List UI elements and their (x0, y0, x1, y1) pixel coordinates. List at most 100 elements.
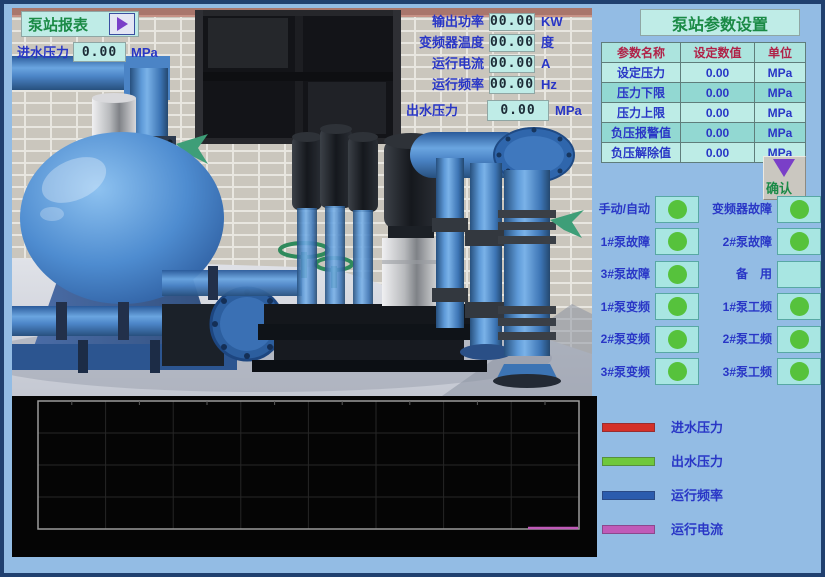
status-lamp[interactable] (655, 326, 699, 353)
legend-label: 进水压力 (671, 421, 723, 434)
param-name: 压力上限 (602, 103, 681, 123)
legend-label: 运行电流 (671, 523, 723, 536)
outlet-pressure-unit: MPa (555, 104, 582, 117)
param-name: 负压解除值 (602, 143, 681, 163)
status-lamp[interactable] (777, 293, 821, 320)
readout-unit: 度 (535, 36, 575, 49)
param-unit: MPa (755, 123, 806, 143)
inlet-pressure-label: 进水压力 (17, 46, 69, 59)
report-button-label: 泵站报表 (28, 14, 88, 35)
param-value-field[interactable]: 0.00 (681, 143, 755, 163)
table-row: 负压报警值 0.00 MPa (602, 123, 806, 143)
chart-gridlines (38, 401, 579, 529)
status-item: 1#泵故障 (595, 226, 703, 259)
report-button[interactable]: 泵站报表 (21, 11, 139, 37)
status-label: 2#泵故障 (723, 236, 772, 248)
param-value-field[interactable]: 0.00 (681, 83, 755, 103)
hmi-pump-station-screen: 泵站报表 进水压力 0.00 MPa 输出功率 00.00 KW 变频器温度 0… (0, 0, 825, 577)
lamp-on-dot (668, 330, 687, 349)
readout-row: 变频器温度 00.00 度 (384, 33, 584, 52)
lamp-on-dot (668, 232, 687, 251)
readout-label: 变频器温度 (384, 36, 489, 49)
param-value-field[interactable]: 0.00 (681, 103, 755, 123)
status-lamp[interactable] (655, 293, 699, 320)
param-name: 设定压力 (602, 63, 681, 83)
param-unit: MPa (755, 63, 806, 83)
status-indicator-grid: 手动/自动 变频器故障 1#泵故障 2#泵故障 3#泵故障 (595, 193, 825, 388)
status-item: 3#泵变频 (595, 356, 703, 389)
param-unit: MPa (755, 83, 806, 103)
status-item: 1#泵变频 (595, 291, 703, 324)
status-item: 2#泵工频 (703, 323, 825, 356)
param-value-field[interactable]: 0.00 (681, 123, 755, 143)
table-row: 设定压力 0.00 MPa (602, 63, 806, 83)
header-unit: 单位 (755, 43, 806, 63)
status-label: 1#泵变频 (601, 301, 650, 313)
inlet-pressure-value: 0.00 (73, 42, 126, 62)
header-set-value: 设定数值 (681, 43, 755, 63)
param-unit: MPa (755, 103, 806, 123)
status-label: 变频器故障 (712, 203, 772, 215)
window (195, 10, 401, 144)
status-lamp[interactable] (655, 196, 699, 223)
lamp-on-dot (668, 362, 687, 381)
lamp-on-dot (668, 297, 687, 316)
settings-panel-title: 泵站参数设置 (640, 9, 800, 36)
readout-value: 00.00 (489, 13, 535, 31)
status-label: 3#泵工频 (723, 366, 772, 378)
readout-row: 运行频率 00.00 Hz (384, 75, 584, 94)
lamp-on-dot (790, 200, 809, 219)
readouts-block: 输出功率 00.00 KW 变频器温度 00.00 度 运行电流 00.00 A… (384, 12, 584, 96)
legend-item: 出水压力 (602, 444, 817, 478)
readout-value: 00.00 (489, 34, 535, 52)
report-arrow-button[interactable] (109, 13, 135, 35)
readout-row: 运行电流 00.00 A (384, 54, 584, 73)
outlet-pressure-label: 出水压力 (406, 104, 458, 117)
param-name: 负压报警值 (602, 123, 681, 143)
status-lamp[interactable] (777, 261, 821, 288)
status-item: 3#泵工频 (703, 356, 825, 389)
status-item: 手动/自动 (595, 193, 703, 226)
readout-unit: KW (535, 15, 575, 28)
status-label: 1#泵工频 (723, 301, 772, 313)
table-header-row: 参数名称 设定数值 单位 (602, 43, 806, 63)
status-label: 2#泵工频 (723, 333, 772, 345)
lamp-on-dot (790, 232, 809, 251)
status-label: 备 用 (736, 268, 772, 280)
status-lamp[interactable] (777, 326, 821, 353)
readout-label: 运行频率 (384, 78, 489, 91)
legend-item: 运行电流 (602, 512, 817, 546)
status-lamp[interactable] (655, 261, 699, 288)
legend-item: 进水压力 (602, 410, 817, 444)
readout-label: 运行电流 (384, 57, 489, 70)
play-right-icon (117, 17, 128, 31)
readout-label: 输出功率 (384, 15, 489, 28)
inlet-pressure-unit: MPa (131, 46, 158, 59)
legend-label: 运行频率 (671, 489, 723, 502)
legend-swatch (602, 457, 655, 466)
legend-swatch (602, 491, 655, 500)
legend-item: 运行频率 (602, 478, 817, 512)
table-row: 压力下限 0.00 MPa (602, 83, 806, 103)
status-item: 3#泵故障 (595, 258, 703, 291)
status-label: 1#泵故障 (601, 236, 650, 248)
legend-label: 出水压力 (671, 455, 723, 468)
status-lamp[interactable] (655, 358, 699, 385)
param-value-field[interactable]: 0.00 (681, 63, 755, 83)
outlet-pressure-value: 0.00 (487, 100, 549, 121)
lamp-on-dot (790, 297, 809, 316)
status-lamp[interactable] (777, 228, 821, 255)
readout-row: 输出功率 00.00 KW (384, 12, 584, 31)
readout-value: 00.00 (489, 55, 535, 73)
trend-legend: 进水压力 出水压力 运行频率 运行电流 (602, 410, 817, 546)
status-lamp[interactable] (777, 358, 821, 385)
legend-swatch (602, 525, 655, 534)
triangle-down-icon (773, 159, 795, 177)
readout-unit: A (535, 57, 575, 70)
status-item: 变频器故障 (703, 193, 825, 226)
lamp-on-dot (790, 330, 809, 349)
status-label: 手动/自动 (599, 203, 650, 215)
status-item: 备 用 (703, 258, 825, 291)
status-lamp[interactable] (655, 228, 699, 255)
status-lamp[interactable] (777, 196, 821, 223)
